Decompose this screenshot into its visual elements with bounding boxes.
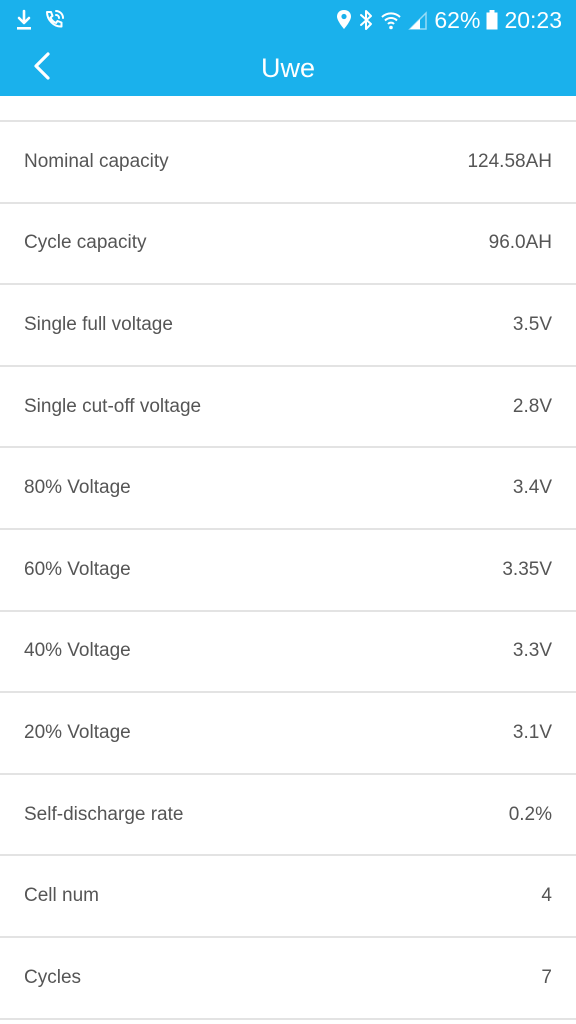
title-bar: Uwe [0,40,576,96]
status-right: 62% 20:23 [336,6,562,34]
list-item-label: 60% Voltage [24,558,131,580]
list-item-label: Single cut-off voltage [24,395,202,417]
list-item-60-voltage[interactable]: 60% Voltage 3.35V [0,530,576,612]
app-header: 62% 20:23 Uwe [0,0,576,96]
list-item-nominal-capacity[interactable]: Nominal capacity 124.58AH [0,122,576,204]
list-item-value: 96.0AH [488,232,552,254]
battery-percent: 62% [434,6,481,33]
list-item-value: 3.1V [512,721,552,743]
list-item-label: Single full voltage [24,313,173,335]
list-item-label: 20% Voltage [24,721,131,743]
list-item-40-voltage[interactable]: 40% Voltage 3.3V [0,612,576,694]
list-item-self-discharge-rate[interactable]: Self-discharge rate 0.2% [0,775,576,857]
list-item-single-full-voltage[interactable]: Single full voltage 3.5V [0,285,576,367]
status-bar: 62% 20:23 [0,0,576,40]
list-item-single-cutoff-voltage[interactable]: Single cut-off voltage 2.8V [0,367,576,449]
list-item-value: 7 [541,966,552,988]
list-item-value: 4 [541,885,552,907]
page-title: Uwe [260,53,315,83]
list-item-cycle-capacity[interactable]: Cycle capacity 96.0AH [0,204,576,286]
battery-parameter-list: Nominal capacity 124.58AH Cycle capacity… [0,120,576,1020]
list-item-label: Cell num [24,885,99,907]
location-icon [336,9,352,31]
battery-icon [486,9,498,31]
list-item-label: Nominal capacity [24,150,169,172]
list-item-value: 3.4V [512,477,552,499]
list-item-label: Cycles [24,966,82,988]
list-item-label: 80% Voltage [24,477,131,499]
bluetooth-icon [358,9,374,31]
signal-icon [408,9,428,31]
list-item-cycles[interactable]: Cycles 7 [0,938,576,1020]
download-icon [14,9,34,31]
list-item-value: 3.35V [502,558,552,580]
list-item-value: 3.3V [512,640,552,662]
phone-call-icon [42,8,66,32]
list-item-label: 40% Voltage [24,640,131,662]
list-item-value: 124.58AH [467,150,552,172]
list-item-value: 0.2% [508,803,552,825]
list-item-20-voltage[interactable]: 20% Voltage 3.1V [0,693,576,775]
status-time: 20:23 [504,6,562,33]
list-item-80-voltage[interactable]: 80% Voltage 3.4V [0,448,576,530]
list-item-label: Self-discharge rate [24,803,184,825]
list-item-label: Cycle capacity [24,232,147,254]
list-item-value: 2.8V [512,395,552,417]
list-item-value: 3.5V [512,313,552,335]
list-item-cell-num[interactable]: Cell num 4 [0,856,576,938]
wifi-icon [380,9,402,31]
status-left [14,6,66,34]
